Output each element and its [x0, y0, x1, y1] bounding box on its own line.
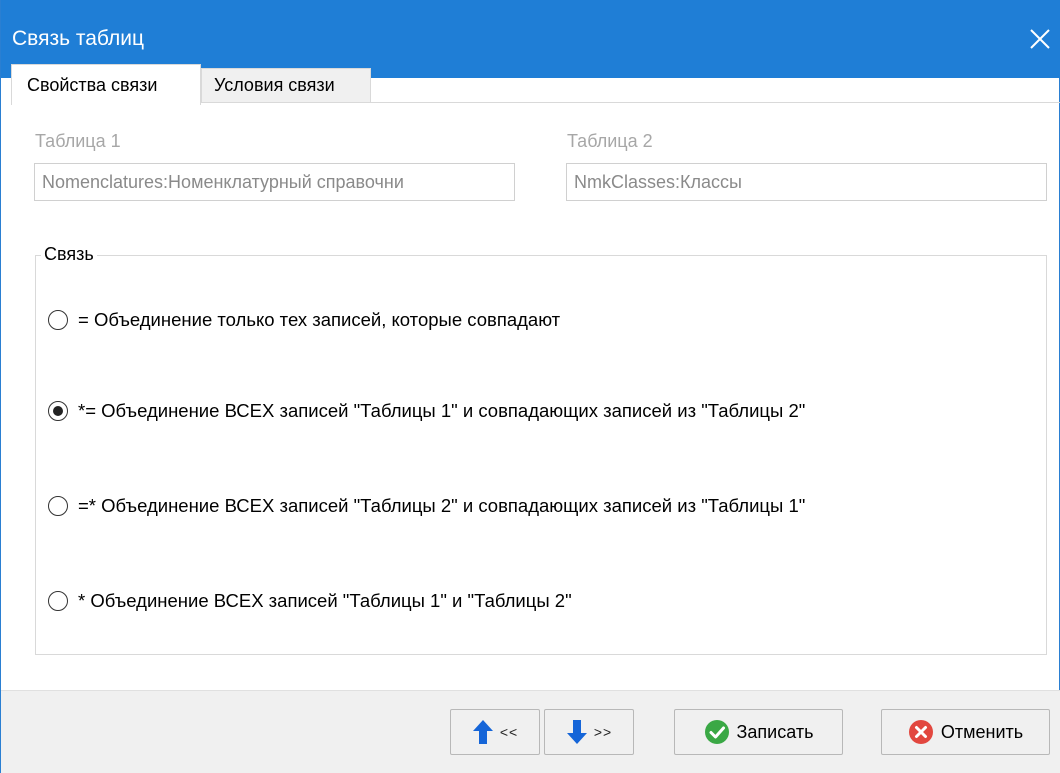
radio-button[interactable]	[48, 310, 68, 330]
radio-full-join[interactable]: * Объединение ВСЕХ записей "Таблицы 1" и…	[48, 590, 572, 612]
link-group-caption: Связь	[41, 244, 97, 265]
prev-button[interactable]: <<	[450, 709, 540, 755]
save-label: Записать	[736, 721, 814, 742]
tab-link-conditions[interactable]: Условия связи	[201, 68, 371, 102]
table1-field[interactable]: Nomenclatures:Номенклатурный справочни	[34, 163, 515, 201]
close-button[interactable]	[1023, 22, 1057, 56]
table2-field[interactable]: NmkClasses:Классы	[566, 163, 1047, 201]
tab-link-properties[interactable]: Свойства связи	[11, 64, 201, 105]
radio-inner-join[interactable]: = Объединение только тех записей, которы…	[48, 309, 560, 331]
radio-left-join[interactable]: *= Объединение ВСЕХ записей "Таблицы 1" …	[48, 400, 805, 422]
window-title: Связь таблиц	[12, 27, 145, 50]
next-label: >>	[593, 724, 613, 740]
table2-label: Таблица 2	[567, 131, 653, 151]
radio-button[interactable]	[48, 496, 68, 516]
radio-label: *= Объединение ВСЕХ записей "Таблицы 1" …	[78, 400, 806, 421]
radio-right-join[interactable]: =* Объединение ВСЕХ записей "Таблицы 2" …	[48, 495, 805, 517]
next-button[interactable]: >>	[544, 709, 634, 755]
save-button[interactable]: Записать	[674, 709, 843, 755]
table2-value: NmkClasses:Классы	[574, 171, 742, 192]
radio-button[interactable]	[48, 591, 68, 611]
table1-value: Nomenclatures:Номенклатурный справочни	[42, 171, 404, 192]
prev-label: <<	[499, 724, 519, 740]
arrow-up-icon	[472, 720, 493, 744]
radio-label: =* Объединение ВСЕХ записей "Таблицы 2" …	[78, 495, 806, 516]
radio-label: = Объединение только тех записей, которы…	[78, 309, 561, 330]
checkmark-icon	[704, 720, 729, 744]
dialog-window: Связь таблиц Свойства связи Условия связ…	[0, 0, 1060, 773]
radio-button-selected[interactable]	[48, 401, 68, 421]
table1-label: Таблица 1	[35, 131, 121, 151]
cancel-button[interactable]: Отменить	[881, 709, 1050, 755]
cancel-label: Отменить	[940, 721, 1024, 742]
arrow-down-icon	[566, 720, 587, 744]
cancel-icon	[908, 720, 933, 744]
close-icon	[1030, 29, 1050, 49]
tab-label: Условия связи	[214, 75, 335, 95]
radio-label: * Объединение ВСЕХ записей "Таблицы 1" и…	[78, 590, 572, 611]
tab-label: Свойства связи	[27, 74, 158, 95]
